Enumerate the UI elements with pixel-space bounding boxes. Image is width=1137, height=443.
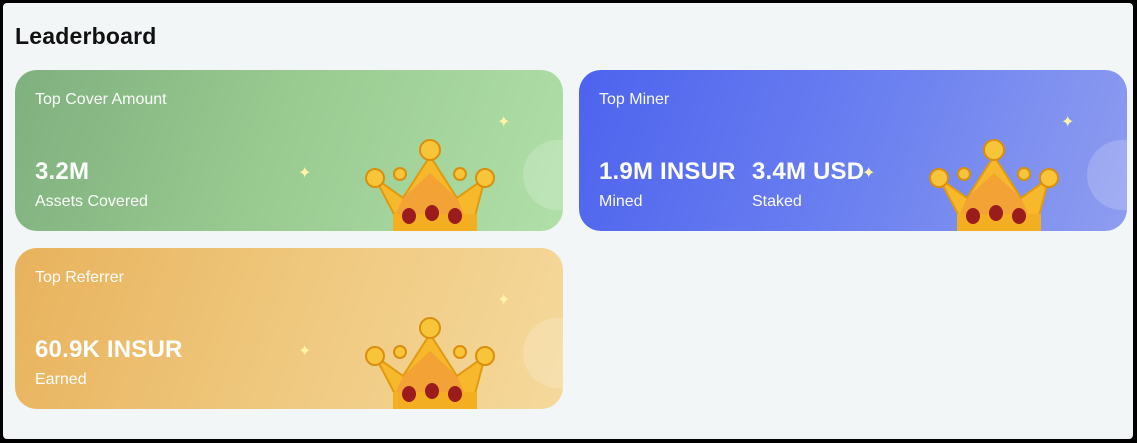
stat-block: 1.9M INSUR Mined bbox=[599, 158, 736, 211]
stat-value: 60.9K INSUR bbox=[35, 336, 183, 363]
stat-block: 60.9K INSUR Earned bbox=[35, 336, 183, 389]
stat-value: 3.2M bbox=[35, 158, 90, 185]
card-label: Top Miner bbox=[599, 91, 670, 108]
card-label: Top Cover Amount bbox=[35, 91, 167, 108]
sparkle-icon: ✦ bbox=[1061, 114, 1075, 131]
top-miner-card[interactable]: Top Miner 1.9M INSUR Mined 3.4M USD Stak… bbox=[579, 70, 1127, 231]
decorative-bubble bbox=[1087, 140, 1127, 210]
stat-value: 3.4M USD bbox=[752, 158, 865, 185]
stat-block: 3.2M Assets Covered bbox=[35, 158, 148, 211]
stat-caption: Staked bbox=[752, 193, 802, 210]
top-referrer-card[interactable]: Top Referrer 60.9K INSUR Earned ✦ ✦ bbox=[15, 248, 563, 409]
decorative-bubble bbox=[523, 318, 563, 388]
crown-icon bbox=[365, 317, 495, 409]
page-title: Leaderboard bbox=[15, 23, 157, 49]
stat-caption: Mined bbox=[599, 193, 643, 210]
decorative-bubble bbox=[523, 140, 563, 210]
sparkle-icon: ✦ bbox=[298, 343, 312, 360]
sparkle-icon: ✦ bbox=[497, 292, 511, 309]
stat-value: 1.9M INSUR bbox=[599, 158, 736, 185]
crown-icon bbox=[365, 139, 495, 231]
stat-caption: Assets Covered bbox=[35, 193, 148, 210]
stat-caption: Earned bbox=[35, 371, 87, 388]
leaderboard-panel: Leaderboard Top Cover Amount 3.2M Assets… bbox=[3, 3, 1133, 439]
sparkle-icon: ✦ bbox=[298, 165, 312, 182]
sparkle-icon: ✦ bbox=[497, 114, 511, 131]
card-label: Top Referrer bbox=[35, 269, 124, 286]
sparkle-icon: ✦ bbox=[862, 165, 876, 182]
crown-icon bbox=[929, 139, 1059, 231]
top-cover-amount-card[interactable]: Top Cover Amount 3.2M Assets Covered ✦ ✦ bbox=[15, 70, 563, 231]
stat-block: 3.4M USD Staked bbox=[752, 158, 864, 211]
